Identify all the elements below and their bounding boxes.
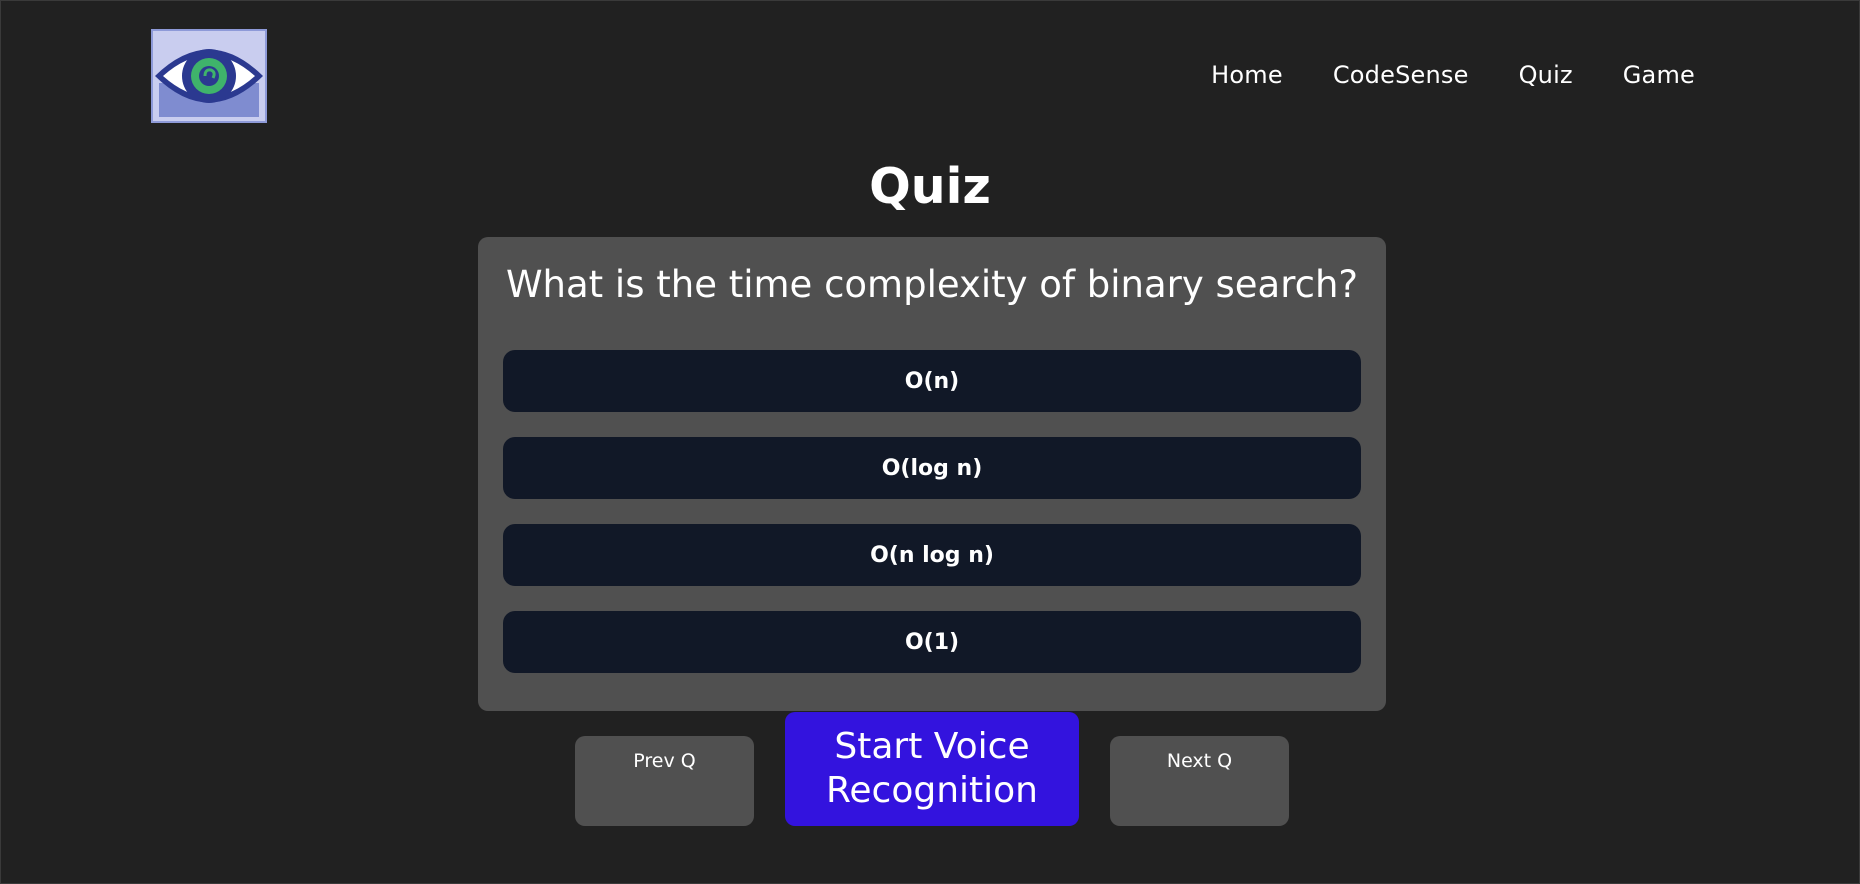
next-question-label: Next Q xyxy=(1166,750,1233,772)
nav-codesense-link[interactable]: CodeSense xyxy=(1333,61,1469,89)
logo[interactable] xyxy=(151,29,267,123)
eye-logo-icon xyxy=(153,31,265,121)
answer-option-3[interactable]: O(n log n) xyxy=(503,524,1361,586)
question-text: What is the time complexity of binary se… xyxy=(505,263,1359,306)
prev-question-button[interactable]: Prev Q xyxy=(575,736,754,826)
nav-home-link[interactable]: Home xyxy=(1211,61,1283,89)
answer-options: O(n) O(log n) O(n log n) O(1) xyxy=(503,350,1361,698)
prev-question-label: Prev Q xyxy=(633,750,696,772)
answer-option-4[interactable]: O(1) xyxy=(503,611,1361,673)
quiz-card: What is the time complexity of binary se… xyxy=(478,237,1386,711)
main-nav: Home CodeSense Quiz Game xyxy=(1211,61,1695,89)
answer-option-1[interactable]: O(n) xyxy=(503,350,1361,412)
next-question-button[interactable]: Next Q xyxy=(1110,736,1289,826)
nav-game-link[interactable]: Game xyxy=(1623,61,1695,89)
nav-quiz-link[interactable]: Quiz xyxy=(1519,61,1573,89)
start-voice-recognition-button[interactable]: Start Voice Recognition xyxy=(785,712,1079,826)
answer-option-2[interactable]: O(log n) xyxy=(503,437,1361,499)
page-title: Quiz xyxy=(869,158,991,215)
